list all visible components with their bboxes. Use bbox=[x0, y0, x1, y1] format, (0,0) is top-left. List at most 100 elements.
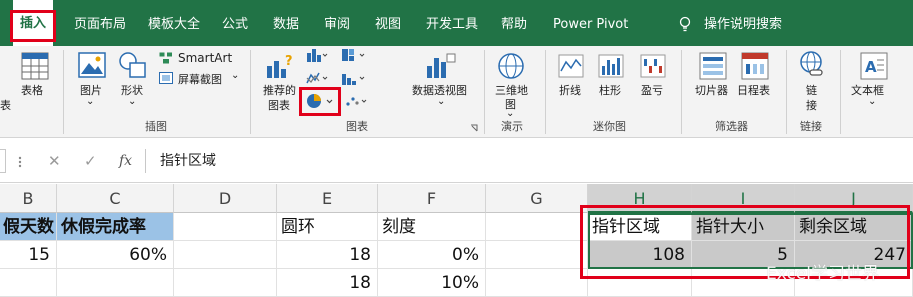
table-button[interactable]: 表格 bbox=[21, 82, 43, 98]
column-header-e[interactable]: E bbox=[277, 184, 378, 213]
textbox-icon[interactable]: A bbox=[860, 52, 888, 80]
tab-view[interactable]: 视图 bbox=[375, 0, 401, 46]
cell-d3[interactable] bbox=[174, 269, 277, 297]
column-header-g[interactable]: G bbox=[486, 184, 588, 213]
column-chart-icon[interactable] bbox=[305, 47, 329, 63]
pivot-chart-icon[interactable] bbox=[425, 52, 457, 80]
column-header-b[interactable]: B bbox=[0, 184, 57, 213]
cell-b2[interactable]: 15 bbox=[0, 241, 57, 269]
link-icon[interactable] bbox=[797, 50, 825, 82]
link-label-1[interactable]: 链 bbox=[806, 82, 817, 98]
line-chart-icon[interactable] bbox=[305, 70, 329, 86]
smartart-button[interactable]: SmartArt bbox=[178, 51, 232, 65]
lightbulb-icon bbox=[679, 16, 691, 32]
screenshot-button[interactable]: 屏幕截图 bbox=[178, 71, 222, 87]
cell-e2[interactable]: 18 bbox=[277, 241, 378, 269]
tab-developer[interactable]: 开发工具 bbox=[426, 0, 478, 46]
recommended-charts-label-2[interactable]: 图表 bbox=[268, 97, 290, 113]
cell-g2[interactable] bbox=[486, 241, 588, 269]
svg-text:?: ? bbox=[285, 54, 293, 69]
cancel-button[interactable]: ✕ bbox=[48, 149, 61, 173]
column-header-c[interactable]: C bbox=[57, 184, 174, 213]
tab-insert-highlight bbox=[10, 10, 56, 42]
cell-c3[interactable] bbox=[57, 269, 174, 297]
cell-f2[interactable]: 0% bbox=[378, 241, 486, 269]
sparkline-winloss-button[interactable]: 盈亏 bbox=[641, 82, 663, 98]
column-header-d[interactable]: D bbox=[174, 184, 277, 213]
timeline-icon[interactable] bbox=[741, 52, 769, 80]
group-label-tours: 演示 bbox=[501, 120, 523, 133]
hierarchy-chart-icon[interactable] bbox=[340, 47, 368, 63]
tab-data[interactable]: 数据 bbox=[273, 0, 299, 46]
scatter-chart-icon[interactable] bbox=[344, 94, 370, 108]
svg-text:A: A bbox=[865, 58, 877, 76]
group-label-charts: 图表 bbox=[346, 120, 368, 133]
group-separator bbox=[250, 50, 251, 134]
more-options-icon[interactable] bbox=[13, 156, 27, 168]
shapes-caret: ⌄ bbox=[128, 96, 137, 107]
smartart-icon bbox=[159, 52, 172, 64]
pivot-chart-caret: ⌄ bbox=[437, 96, 446, 107]
slicer-icon[interactable] bbox=[699, 52, 727, 80]
pie-chart-highlight bbox=[299, 87, 341, 116]
screenshot-icon bbox=[159, 72, 173, 84]
insert-function-button[interactable]: fx bbox=[119, 149, 132, 173]
sparkline-line-icon[interactable] bbox=[558, 54, 584, 78]
group-separator bbox=[786, 50, 787, 134]
tab-power-pivot[interactable]: Power Pivot bbox=[553, 0, 628, 46]
cell-b1[interactable]: 假天数 bbox=[0, 213, 57, 241]
cell-c1[interactable]: 休假完成率 bbox=[57, 213, 174, 241]
group-separator bbox=[484, 50, 485, 134]
dialog-launcher-icon[interactable] bbox=[470, 124, 478, 132]
picture-caret: ⌄ bbox=[86, 96, 95, 107]
group-separator bbox=[840, 50, 841, 134]
table-icon[interactable] bbox=[21, 52, 49, 80]
3d-map-icon[interactable] bbox=[497, 52, 525, 80]
cell-d2[interactable] bbox=[174, 241, 277, 269]
cell-e1[interactable]: 圆环 bbox=[277, 213, 378, 241]
cell-c2[interactable]: 60% bbox=[57, 241, 174, 269]
cell-b3[interactable] bbox=[0, 269, 57, 297]
enter-button[interactable]: ✓ bbox=[84, 149, 97, 173]
group-label-sparklines: 迷你图 bbox=[593, 120, 626, 133]
cell-f3[interactable]: 10% bbox=[378, 269, 486, 297]
picture-icon[interactable] bbox=[78, 52, 106, 78]
formula-bar: ✕ ✓ fx 指针区域 bbox=[0, 139, 913, 183]
table-partial-label: 表 bbox=[0, 99, 11, 112]
sparkline-line-button[interactable]: 折线 bbox=[559, 82, 581, 98]
tab-templates[interactable]: 模板大全 bbox=[148, 0, 200, 46]
tab-help[interactable]: 帮助 bbox=[501, 0, 527, 46]
tab-page-layout[interactable]: 页面布局 bbox=[74, 0, 126, 46]
link-label-2[interactable]: 接 bbox=[806, 97, 817, 113]
recommended-charts-label-1[interactable]: 推荐的 bbox=[263, 82, 296, 98]
recommended-charts-icon[interactable]: ? bbox=[265, 52, 295, 80]
cell-f1[interactable]: 刻度 bbox=[378, 213, 486, 241]
group-label-links: 链接 bbox=[800, 120, 822, 133]
formula-input[interactable]: 指针区域 bbox=[145, 149, 913, 173]
column-header-f[interactable]: F bbox=[378, 184, 486, 213]
sparkline-winloss-icon[interactable] bbox=[640, 54, 666, 78]
ribbon-tab-bar: 插入 页面布局 模板大全 公式 数据 审阅 视图 开发工具 帮助 Power P… bbox=[0, 0, 913, 46]
sparkline-column-icon[interactable] bbox=[598, 54, 624, 78]
slicer-button[interactable]: 切片器 bbox=[695, 82, 728, 98]
shapes-icon[interactable] bbox=[118, 51, 148, 79]
cell-e3[interactable]: 18 bbox=[277, 269, 378, 297]
timeline-button[interactable]: 日程表 bbox=[737, 82, 770, 98]
statistic-chart-icon[interactable] bbox=[340, 70, 368, 86]
screenshot-caret: ⌄ bbox=[231, 70, 240, 81]
watermark: Excel学习世界 bbox=[766, 264, 880, 284]
name-box[interactable] bbox=[0, 149, 6, 173]
cell-d1[interactable] bbox=[174, 213, 277, 241]
sparkline-column-button[interactable]: 柱形 bbox=[599, 82, 621, 98]
tell-me-search[interactable]: 操作说明搜索 bbox=[704, 0, 782, 46]
group-separator bbox=[63, 50, 64, 134]
group-separator bbox=[545, 50, 546, 134]
cell-g1[interactable] bbox=[486, 213, 588, 241]
group-label-illustrations: 插图 bbox=[145, 120, 167, 133]
cell-g3[interactable] bbox=[486, 269, 588, 297]
group-label-filters: 筛选器 bbox=[715, 120, 748, 133]
group-separator bbox=[681, 50, 682, 134]
tab-review[interactable]: 审阅 bbox=[324, 0, 350, 46]
tab-formulas[interactable]: 公式 bbox=[222, 0, 248, 46]
textbox-caret: ⌄ bbox=[868, 96, 877, 107]
